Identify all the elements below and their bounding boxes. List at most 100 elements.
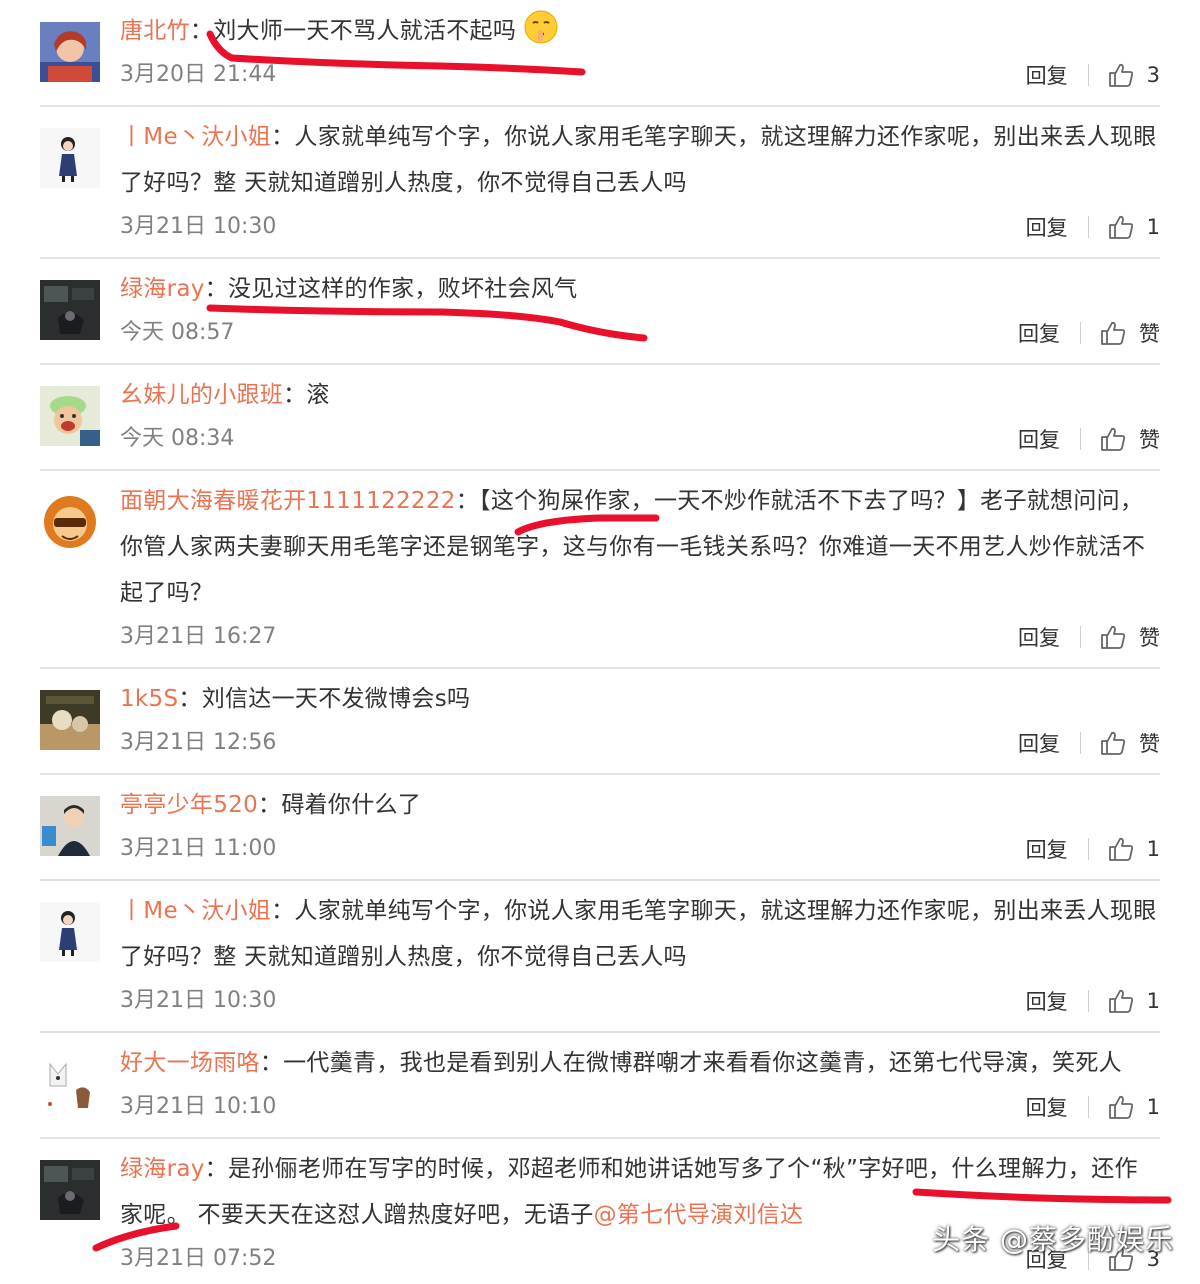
comment-time: 3月21日 10:30: [120, 214, 277, 239]
comment-content: 一代羹青，我也是看到别人在微博群嘲才来看看你这羹青，还第七代导演，笑死人: [283, 1050, 1122, 1076]
comment-text: 幺妹儿的小跟班：滚: [120, 372, 1160, 418]
reply-button[interactable]: 回复: [1018, 622, 1060, 652]
like-button[interactable]: 赞: [1099, 728, 1160, 758]
comment-username[interactable]: 丨Me丶汏小姐: [120, 124, 271, 150]
comment-username[interactable]: 好大一场雨咯: [120, 1050, 260, 1076]
comment-text: 绿海ray：没见过这样的作家，败坏社会风气: [120, 266, 1160, 312]
reply-button[interactable]: 回复: [1018, 424, 1060, 454]
comment-time: 3月21日 11:00: [120, 836, 277, 861]
comment-content: 刘大师一天不骂人就活不起吗: [213, 18, 517, 44]
colon: ：: [258, 792, 282, 818]
comment-item: 好大一场雨咯：一代羹青，我也是看到别人在微博群嘲才来看看你这羹青，还第七代导演，…: [40, 1040, 1160, 1126]
comment-item: 绿海ray：是孙俪老师在写字的时候，邓超老师和她讲话她写多了个“秋”字好吧，什么…: [40, 1146, 1160, 1278]
avatar[interactable]: [40, 690, 100, 750]
comment-username[interactable]: 绿海ray: [120, 276, 205, 302]
comment-username[interactable]: 幺妹儿的小跟班: [120, 382, 283, 408]
comment-username[interactable]: 唐北竹: [120, 18, 190, 44]
comment-actions: 回复 赞: [1018, 723, 1160, 763]
like-count: 1: [1146, 215, 1160, 239]
reply-button[interactable]: 回复: [1026, 212, 1068, 242]
colon: ：: [189, 18, 214, 44]
comment-text: 丨Me丶汏小姐：人家就单纯写个字，你说人家用毛笔字聊天，就这理解力还作家呢，别出…: [120, 888, 1160, 980]
comment-actions: 回复 3: [1026, 55, 1160, 95]
comment-actions: 回复 赞: [1018, 313, 1160, 353]
avatar[interactable]: [40, 386, 100, 446]
comment-actions: 回复 1: [1026, 981, 1160, 1021]
like-button[interactable]: 赞: [1099, 424, 1160, 454]
comment-item: 1k5S：刘信达一天不发微博会s吗 3月21日 12:56 回复 赞: [40, 676, 1160, 762]
colon: ：: [271, 124, 295, 150]
like-button[interactable]: 赞: [1099, 622, 1160, 652]
thumbs-up-icon: [1101, 625, 1126, 649]
like-button[interactable]: 1: [1107, 987, 1160, 1015]
comment-time: 3月21日 07:52: [120, 1246, 277, 1271]
mention-link[interactable]: @第七代导演刘信达: [594, 1202, 804, 1228]
avatar[interactable]: [40, 492, 100, 552]
reply-button[interactable]: 回复: [1018, 318, 1060, 348]
action-divider: [1080, 732, 1081, 754]
avatar[interactable]: [40, 22, 100, 82]
reply-button[interactable]: 回复: [1018, 728, 1060, 758]
like-count: 赞: [1139, 626, 1160, 650]
colon: ：: [204, 276, 228, 302]
reply-button[interactable]: 回复: [1026, 60, 1068, 90]
action-divider: [1087, 990, 1089, 1012]
avatar[interactable]: [40, 280, 100, 340]
comment-actions: 回复 1: [1026, 829, 1160, 869]
comment-time: 3月21日 10:30: [120, 988, 277, 1013]
comment-divider: [40, 1137, 1160, 1139]
comment-item: 唐北竹：刘大师一天不骂人就活不起吗 3月20日 21:44 回复 3: [40, 8, 1160, 100]
action-divider: [1087, 216, 1089, 238]
comment-time: 3月20日 21:44: [120, 62, 277, 87]
action-divider: [1080, 322, 1081, 344]
comment-item: 丨Me丶汏小姐：人家就单纯写个字，你说人家用毛笔字聊天，就这理解力还作家呢，别出…: [40, 888, 1160, 1020]
comment-username[interactable]: 亭亭少年520: [120, 792, 258, 818]
like-button[interactable]: 1: [1107, 213, 1160, 241]
colon: ：: [283, 382, 307, 408]
avatar[interactable]: [40, 902, 100, 962]
like-count: 赞: [1139, 732, 1160, 756]
colon: ：: [259, 1050, 284, 1076]
comment-actions: 回复 1: [1026, 1087, 1160, 1127]
like-button[interactable]: 1: [1107, 1093, 1160, 1121]
comment-item: 面朝大海春暖花开1111122222：【这个狗屎作家，一天不炒作就活不下去了吗？…: [40, 478, 1160, 656]
avatar[interactable]: [40, 1160, 100, 1220]
like-button[interactable]: 1: [1107, 835, 1160, 863]
reply-button[interactable]: 回复: [1026, 1092, 1068, 1122]
action-divider: [1080, 428, 1081, 450]
avatar[interactable]: [40, 128, 100, 188]
like-count: 1: [1146, 837, 1160, 861]
like-button[interactable]: 3: [1107, 61, 1160, 89]
comment-username[interactable]: 丨Me丶汏小姐: [120, 898, 271, 924]
comment-username[interactable]: 1k5S: [120, 686, 178, 712]
comment-time: 3月21日 10:10: [120, 1094, 277, 1119]
thumbs-up-icon: [1108, 1095, 1133, 1119]
reply-button[interactable]: 回复: [1026, 986, 1068, 1016]
comment-username[interactable]: 绿海ray: [120, 1156, 205, 1182]
thumbs-up-icon: [1108, 837, 1133, 861]
avatar[interactable]: [40, 796, 100, 856]
comment-content: 没见过这样的作家，败坏社会风气: [227, 276, 578, 302]
comment-content: 碍着你什么了: [281, 792, 422, 818]
reply-button[interactable]: 回复: [1026, 834, 1068, 864]
action-divider: [1087, 838, 1089, 860]
comment-content: 滚: [306, 382, 330, 408]
comment-time: 3月21日 16:27: [120, 624, 277, 649]
like-button[interactable]: 赞: [1099, 318, 1160, 348]
comment-actions: 回复 赞: [1018, 617, 1160, 657]
like-count: 3: [1146, 63, 1160, 87]
comment-divider: [40, 469, 1160, 471]
avatar[interactable]: [40, 1054, 100, 1114]
comment-divider: [40, 667, 1160, 669]
comment-text: 面朝大海春暖花开1111122222：【这个狗屎作家，一天不炒作就活不下去了吗？…: [120, 478, 1160, 616]
comment-item: 幺妹儿的小跟班：滚 今天 08:34 回复 赞: [40, 372, 1160, 458]
comment-divider: [40, 773, 1160, 775]
colon: ：: [204, 1156, 228, 1182]
thumbs-up-icon: [1108, 989, 1133, 1013]
comment-time: 3月21日 12:56: [120, 730, 277, 755]
comment-username[interactable]: 面朝大海春暖花开1111122222: [120, 488, 456, 514]
comment-item: 丨Me丶汏小姐：人家就单纯写个字，你说人家用毛笔字聊天，就这理解力还作家呢，别出…: [40, 114, 1160, 246]
comment-text: 亭亭少年520：碍着你什么了: [120, 782, 1160, 828]
comment-divider: [40, 105, 1160, 107]
comment-divider: [40, 363, 1160, 365]
